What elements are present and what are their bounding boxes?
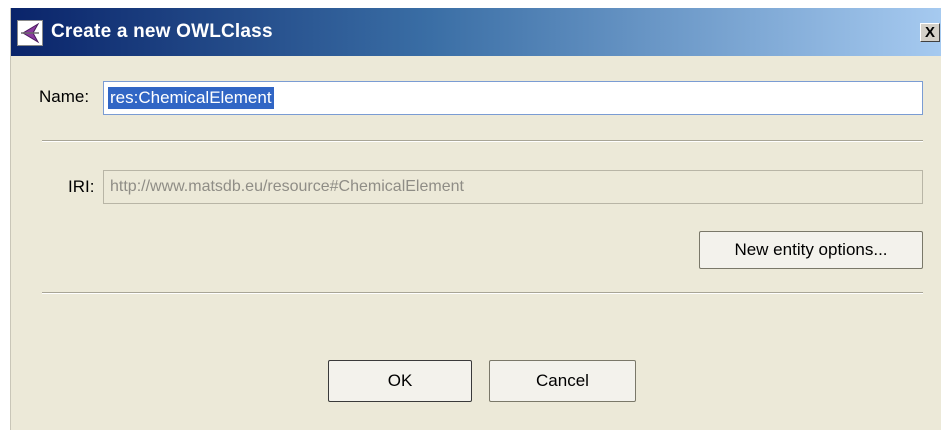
separator [42,292,923,294]
iri-value: http://www.matsdb.eu/resource#ChemicalEl… [110,178,464,195]
cancel-button[interactable]: Cancel [489,360,636,402]
title-bar[interactable]: Create a new OWLClass X [11,8,941,56]
ok-button[interactable]: OK [328,360,472,402]
window-title: Create a new OWLClass [51,21,273,42]
new-entity-options-button[interactable]: New entity options... [699,231,923,269]
close-button[interactable]: X [920,23,940,42]
create-owlclass-dialog: Create a new OWLClass X Name: res:Chemic… [10,8,941,430]
name-label: Name: [39,87,90,106]
separator [42,140,923,142]
iri-label: IRI: [68,177,95,196]
name-input[interactable]: res:ChemicalElement [103,81,923,115]
name-input-value: res:ChemicalElement [108,87,274,109]
iri-field: http://www.matsdb.eu/resource#ChemicalEl… [103,170,923,204]
protege-icon [17,20,43,46]
